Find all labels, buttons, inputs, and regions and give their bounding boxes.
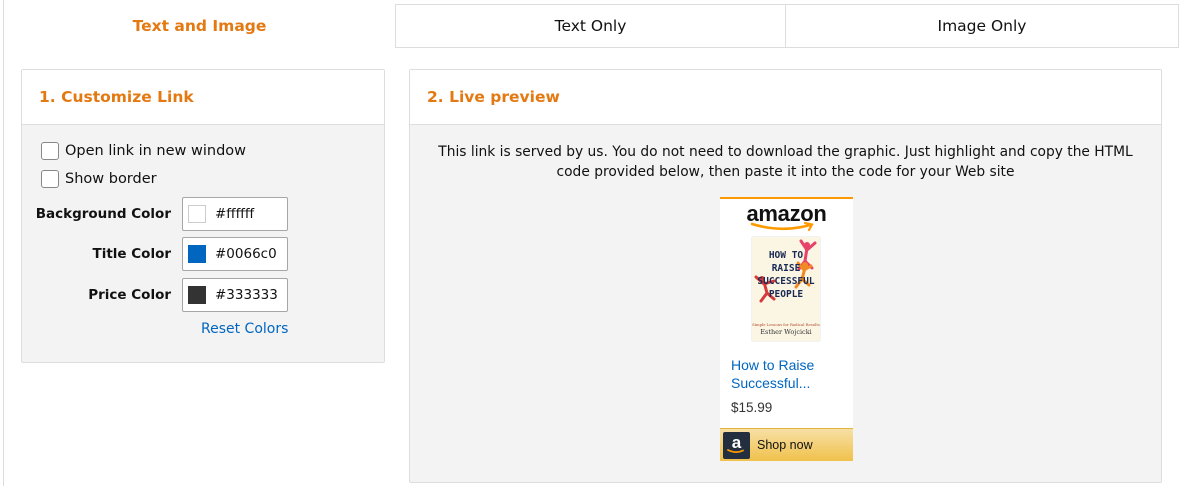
reset-colors-link[interactable]: Reset Colors <box>201 321 288 337</box>
title-color-value: #0066c0 <box>215 246 277 262</box>
title-color-input[interactable]: #0066c0 <box>182 237 288 271</box>
amazon-link-widget[interactable]: amazon HOW TO RAISE SUCCESSFUL PEOPLE Si… <box>720 197 853 461</box>
background-color-input[interactable]: #ffffff <box>182 197 288 231</box>
cover-title-line-1: HOW TO <box>768 250 804 261</box>
item-title-link[interactable]: How to Raise Successful... <box>731 356 846 392</box>
amazon-a-smile-icon <box>727 448 744 453</box>
shop-now-label: Shop now <box>757 438 813 452</box>
cover-title-line-4: PEOPLE <box>768 289 804 300</box>
frame-left-border <box>3 0 4 486</box>
shop-now-button[interactable]: a Shop now <box>720 428 853 461</box>
price-color-input[interactable]: #333333 <box>182 278 288 312</box>
title-color-label: Title Color <box>92 246 171 262</box>
amazon-a-icon: a <box>723 431 750 459</box>
title-color-row: Title Color #0066c0 <box>22 237 386 271</box>
cover-title-line-3: SUCCESSFUL <box>757 276 815 287</box>
background-color-swatch[interactable] <box>188 205 206 223</box>
customize-link-panel: 1. Customize Link Open link in new windo… <box>21 69 385 363</box>
amazon-smile-icon <box>750 222 814 232</box>
tab-text-only[interactable]: Text Only <box>395 4 786 48</box>
price-color-row: Price Color #333333 <box>22 278 386 312</box>
show-border-label: Show border <box>65 171 157 187</box>
tab-text-and-image[interactable]: Text and Image <box>4 4 395 48</box>
item-price: $15.99 <box>731 400 773 415</box>
preview-description: This link is served by us. You do not ne… <box>438 144 1133 180</box>
book-cover-title: HOW TO RAISE SUCCESSFUL PEOPLE <box>752 249 820 301</box>
price-color-value: #333333 <box>215 287 278 303</box>
background-color-label: Background Color <box>35 206 171 222</box>
price-color-swatch[interactable] <box>188 286 206 304</box>
open-new-window-checkbox[interactable] <box>41 142 59 160</box>
live-preview-header: 2. Live preview <box>410 70 1161 125</box>
open-new-window-option[interactable]: Open link in new window <box>41 142 246 160</box>
cover-title-line-2: RAISE <box>771 263 801 274</box>
background-color-row: Background Color #ffffff <box>22 197 386 231</box>
tab-image-only[interactable]: Image Only <box>786 4 1179 48</box>
book-cover-image[interactable]: HOW TO RAISE SUCCESSFUL PEOPLE Simple Le… <box>752 237 820 341</box>
background-color-value: #ffffff <box>215 206 255 222</box>
show-border-option[interactable]: Show border <box>41 170 157 188</box>
title-color-swatch[interactable] <box>188 245 206 263</box>
show-border-checkbox[interactable] <box>41 170 59 188</box>
open-new-window-label: Open link in new window <box>65 143 247 159</box>
customize-link-header: 1. Customize Link <box>22 70 384 125</box>
book-cover-author: Esther Wojcicki <box>760 328 812 336</box>
book-cover-subtitle: Simple Lessons for Radical Results <box>752 322 820 327</box>
live-preview-panel: 2. Live preview This link is served by u… <box>409 69 1162 483</box>
price-color-label: Price Color <box>88 287 171 303</box>
